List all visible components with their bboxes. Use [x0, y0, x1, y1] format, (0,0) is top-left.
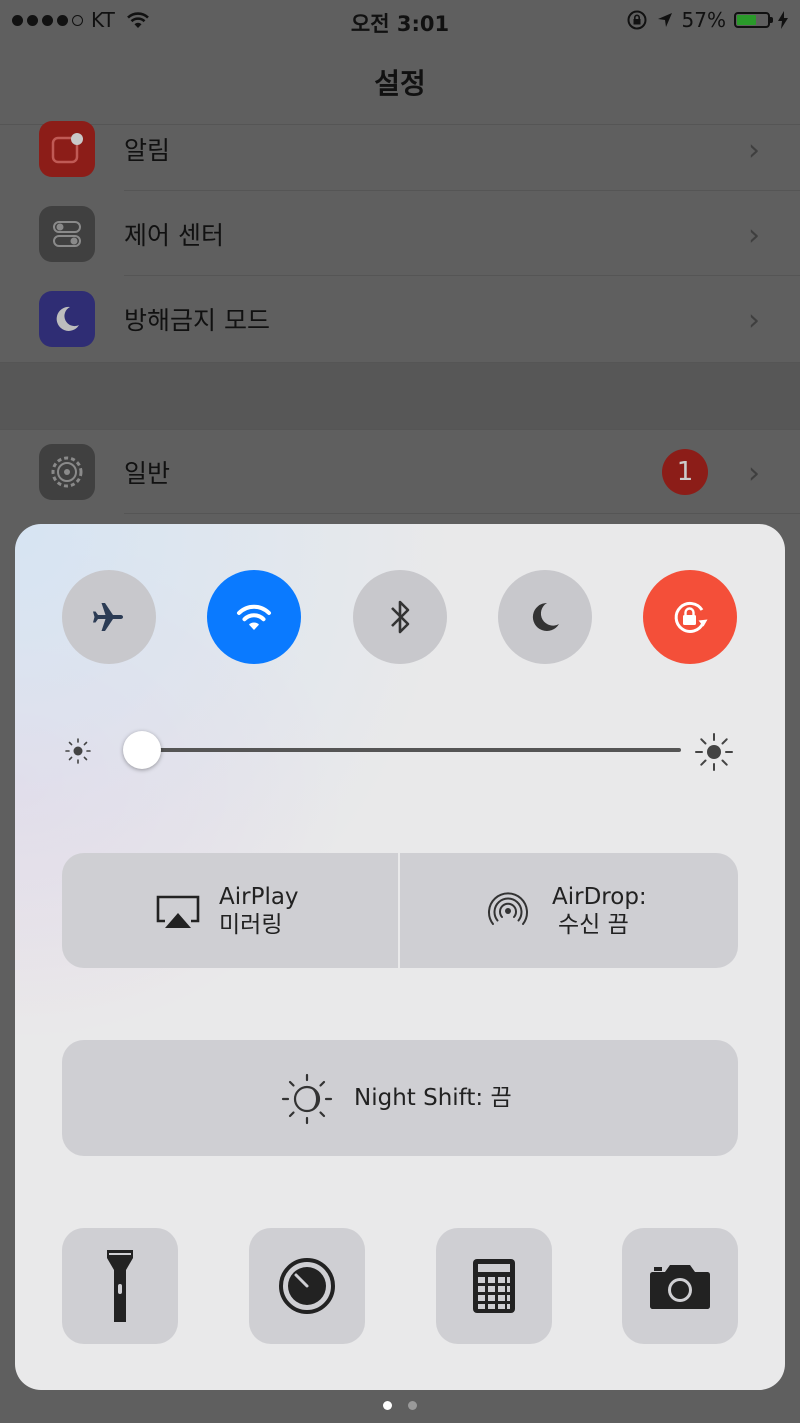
wifi-toggle[interactable] [207, 570, 301, 664]
row-label: 제어 센터 [124, 221, 224, 250]
section-separator [0, 362, 800, 430]
row-divider [124, 513, 800, 514]
chevron-right-icon: › [748, 133, 760, 168]
airplay-title: AirPlay [219, 884, 299, 910]
airdrop-title: AirDrop: [552, 884, 647, 910]
page-title: 설정 [374, 67, 426, 100]
bluetooth-toggle[interactable] [353, 570, 447, 664]
notifications-icon [39, 121, 95, 177]
settings-row-notifications[interactable]: 알림 › [0, 106, 800, 191]
control-center-panel: AirPlay 미러링 AirDrop: 수신 끔 Night Shift: 끔 [15, 524, 785, 1390]
rotation-lock-toggle[interactable] [643, 570, 737, 664]
wifi-icon [237, 604, 271, 630]
battery-icon [734, 12, 773, 28]
row-label: 방해금지 모드 [124, 306, 270, 335]
airplane-icon [93, 603, 123, 631]
night-shift-button[interactable]: Night Shift: 끔 [62, 1040, 738, 1156]
night-shift-label: Night Shift: 끔 [354, 1085, 512, 1111]
airdrop-icon [488, 892, 528, 925]
rotation-lock-icon [674, 602, 708, 633]
calculator-button[interactable] [436, 1228, 552, 1344]
location-arrow-icon [657, 13, 672, 27]
brightness-slider-thumb[interactable] [122, 731, 161, 769]
flashlight-icon [107, 1250, 133, 1322]
chevron-right-icon: › [748, 303, 760, 338]
calculator-icon [473, 1259, 515, 1313]
brightness-low-icon [63, 736, 93, 770]
timer-icon [279, 1258, 335, 1314]
night-shift-icon [281, 1073, 333, 1125]
airplane-mode-toggle[interactable] [62, 570, 156, 664]
orientation-lock-status-icon [627, 10, 647, 30]
airdrop-status: 수신 끔 [558, 912, 629, 938]
row-label: 알림 [124, 136, 171, 165]
page-indicator[interactable] [0, 1401, 800, 1410]
airplay-mirroring-button[interactable]: AirPlay 미러링 [62, 853, 398, 968]
page-dot [408, 1401, 417, 1410]
airdrop-button[interactable]: AirDrop: 수신 끔 [400, 853, 738, 968]
do-not-disturb-toggle[interactable] [498, 570, 592, 664]
charging-bolt-icon [778, 11, 788, 29]
settings-row-control-center[interactable]: 제어 센터 › [0, 191, 800, 276]
battery-percent: 57% [681, 8, 726, 32]
brightness-high-icon [694, 732, 734, 776]
bluetooth-icon [391, 600, 410, 634]
airplay-subtitle: 미러링 [219, 912, 283, 938]
airplay-icon [156, 895, 200, 928]
brightness-slider-track[interactable] [125, 748, 681, 752]
page-dot [383, 1401, 392, 1410]
settings-row-do-not-disturb[interactable]: 방해금지 모드 › [0, 276, 800, 361]
timer-button[interactable] [249, 1228, 365, 1344]
settings-row-general[interactable]: 일반 1 › [0, 429, 800, 514]
flashlight-button[interactable] [62, 1228, 178, 1344]
camera-button[interactable] [622, 1228, 738, 1344]
gear-icon [39, 444, 95, 500]
moon-icon [39, 291, 95, 347]
chevron-right-icon: › [748, 456, 760, 491]
moon-icon [532, 602, 559, 631]
row-label: 일반 [124, 459, 171, 488]
notification-badge: 1 [662, 449, 708, 495]
chevron-right-icon: › [748, 218, 760, 253]
control-center-icon [39, 206, 95, 262]
camera-icon [650, 1265, 710, 1309]
status-bar: KT 오전 3:01 57% [0, 0, 800, 40]
status-right: 57% [626, 8, 788, 32]
